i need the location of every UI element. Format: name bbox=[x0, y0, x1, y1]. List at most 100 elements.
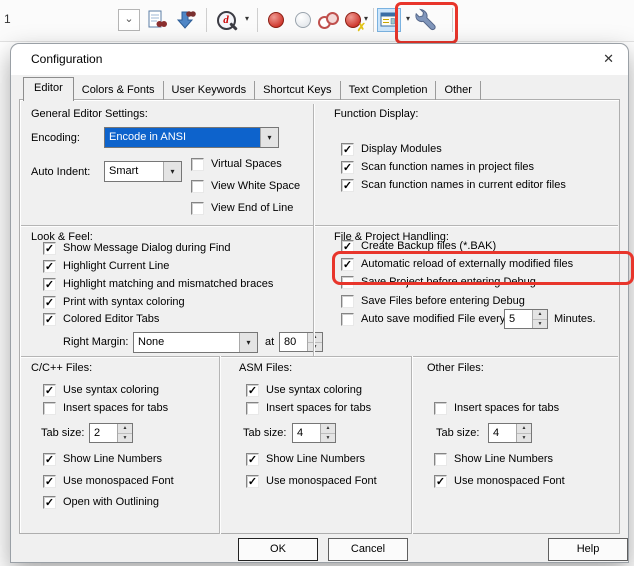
checkbox-view-end-of-line[interactable] bbox=[191, 202, 204, 215]
ok-button[interactable]: OK bbox=[238, 538, 318, 561]
right-margin-label: Right Margin: bbox=[63, 336, 128, 349]
tab-text-completion[interactable]: Text Completion bbox=[341, 81, 437, 100]
section-title-general: General Editor Settings: bbox=[31, 108, 148, 121]
label-c-syntax-coloring: Use syntax coloring bbox=[63, 384, 159, 397]
checkbox-save-files-debug[interactable] bbox=[341, 295, 354, 308]
spin-down-icon[interactable]: ▼ bbox=[533, 320, 547, 329]
checkbox-scan-project-files[interactable]: ✓ bbox=[341, 161, 354, 174]
other-tab-size-spinner[interactable]: 4 ▲ ▼ bbox=[488, 423, 532, 443]
section-title-function-display: Function Display: bbox=[334, 108, 418, 121]
spin-down-icon[interactable]: ▼ bbox=[517, 434, 531, 443]
checkbox-virtual-spaces[interactable] bbox=[191, 158, 204, 171]
tab-other[interactable]: Other bbox=[436, 81, 481, 100]
tab-shortcut-keys[interactable]: Shortcut Keys bbox=[255, 81, 340, 100]
spin-up-icon[interactable]: ▲ bbox=[517, 424, 531, 434]
asm-tab-size-spinner[interactable]: 4 ▲ ▼ bbox=[292, 423, 336, 443]
auto-save-minutes-spinner[interactable]: 5 ▲ ▼ bbox=[504, 309, 548, 329]
enable-disable-breakpoint-icon[interactable] bbox=[291, 8, 315, 32]
toolbar-dropdown-chevron-button[interactable]: ⌄ bbox=[118, 9, 140, 31]
label-other-line-numbers: Show Line Numbers bbox=[454, 453, 553, 466]
start-stop-debug-icon[interactable]: d bbox=[214, 8, 238, 32]
encoding-dropdown-button[interactable]: ▾ bbox=[260, 128, 278, 147]
spin-down-icon[interactable]: ▼ bbox=[321, 434, 335, 443]
label-c-insert-spaces: Insert spaces for tabs bbox=[63, 402, 168, 415]
checkbox-print-syntax-coloring[interactable]: ✓ bbox=[43, 296, 56, 309]
asm-tab-size-label: Tab size: bbox=[243, 427, 286, 440]
checkbox-other-monospaced-font[interactable]: ✓ bbox=[434, 475, 447, 488]
label-asm-insert-spaces: Insert spaces for tabs bbox=[266, 402, 371, 415]
breakpoint-outline-circle bbox=[326, 12, 339, 25]
c-tab-size-spinner[interactable]: 2 ▲ ▼ bbox=[89, 423, 133, 443]
checkbox-asm-monospaced-font[interactable]: ✓ bbox=[246, 475, 259, 488]
checkbox-auto-save[interactable] bbox=[341, 313, 354, 326]
spin-up-icon[interactable]: ▲ bbox=[533, 310, 547, 320]
label-scan-editor-files: Scan function names in current editor fi… bbox=[361, 179, 566, 192]
label-highlight-braces: Highlight matching and mismatched braces bbox=[63, 278, 273, 291]
help-button[interactable]: Help bbox=[548, 538, 628, 561]
encoding-select[interactable]: Encode in ANSI ▾ bbox=[104, 127, 279, 148]
right-margin-column-value: 80 bbox=[280, 333, 307, 351]
checkbox-view-white-space[interactable] bbox=[191, 180, 204, 193]
label-save-files-debug: Save Files before entering Debug bbox=[361, 295, 525, 308]
auto-indent-select[interactable]: Smart ▾ bbox=[104, 161, 182, 182]
auto-save-minutes-value: 5 bbox=[505, 310, 532, 328]
find-in-files-icon[interactable] bbox=[145, 8, 169, 32]
checkbox-display-modules[interactable]: ✓ bbox=[341, 143, 354, 156]
checkbox-other-line-numbers[interactable] bbox=[434, 453, 447, 466]
checkbox-other-insert-spaces[interactable] bbox=[434, 402, 447, 415]
toolbar-separator bbox=[206, 8, 207, 32]
insert-remove-breakpoint-icon[interactable] bbox=[264, 8, 288, 32]
section-title-asm-files: ASM Files: bbox=[239, 362, 292, 375]
right-margin-column-spinner[interactable]: 80 ▲ ▼ bbox=[279, 332, 323, 352]
label-virtual-spaces: Virtual Spaces bbox=[211, 158, 282, 171]
disable-all-breakpoints-icon[interactable] bbox=[316, 8, 340, 32]
spin-down-icon[interactable]: ▼ bbox=[308, 343, 322, 352]
checkbox-asm-line-numbers[interactable]: ✓ bbox=[246, 453, 259, 466]
tab-editor[interactable]: Editor bbox=[23, 77, 74, 101]
checkbox-asm-syntax-coloring[interactable]: ✓ bbox=[246, 384, 259, 397]
checkbox-scan-editor-files[interactable]: ✓ bbox=[341, 179, 354, 192]
checkbox-colored-editor-tabs[interactable]: ✓ bbox=[43, 313, 56, 326]
checkbox-c-syntax-coloring[interactable]: ✓ bbox=[43, 384, 56, 397]
checkbox-c-line-numbers[interactable]: ✓ bbox=[43, 453, 56, 466]
right-margin-select[interactable]: None ▾ bbox=[133, 332, 258, 353]
label-display-modules: Display Modules bbox=[361, 143, 442, 156]
label-print-syntax-coloring: Print with syntax coloring bbox=[63, 296, 185, 309]
checkbox-c-outlining[interactable]: ✓ bbox=[43, 496, 56, 509]
checkbox-c-monospaced-font[interactable]: ✓ bbox=[43, 475, 56, 488]
c-tab-size-label: Tab size: bbox=[41, 427, 84, 440]
red-breakpoint-dot bbox=[268, 12, 284, 28]
right-margin-dropdown-button[interactable]: ▾ bbox=[239, 333, 257, 352]
clipped-text-fragment: 1 bbox=[4, 12, 11, 26]
auto-indent-value: Smart bbox=[105, 162, 163, 181]
breakpoints-dropdown-caret-icon[interactable]: ▾ bbox=[361, 14, 371, 23]
chevron-down-icon: ▾ bbox=[170, 168, 174, 176]
spin-down-icon[interactable]: ▼ bbox=[118, 434, 132, 443]
tab-user-keywords[interactable]: User Keywords bbox=[164, 81, 256, 100]
incremental-find-icon[interactable] bbox=[173, 8, 197, 32]
auto-indent-dropdown-button[interactable]: ▾ bbox=[163, 162, 181, 181]
cancel-button[interactable]: Cancel bbox=[328, 538, 408, 561]
tab-colors-fonts[interactable]: Colors & Fonts bbox=[74, 81, 164, 100]
spin-up-icon[interactable]: ▲ bbox=[118, 424, 132, 434]
dialog-titlebar[interactable]: Configuration ✕ bbox=[11, 44, 628, 75]
configuration-dialog: Configuration ✕ Editor Colors & Fonts Us… bbox=[10, 43, 629, 563]
minutes-label: Minutes. bbox=[554, 313, 596, 326]
close-icon[interactable]: ✕ bbox=[603, 51, 614, 67]
c-tab-size-value: 2 bbox=[90, 424, 117, 442]
label-view-white-space: View White Space bbox=[211, 180, 300, 193]
checkbox-highlight-current-line[interactable]: ✓ bbox=[43, 260, 56, 273]
label-scan-project-files: Scan function names in project files bbox=[361, 161, 534, 174]
section-title-c-files: C/C++ Files: bbox=[31, 362, 92, 375]
toolbar-separator bbox=[257, 8, 258, 32]
checkbox-asm-insert-spaces[interactable] bbox=[246, 402, 259, 415]
checkbox-show-message-dialog[interactable]: ✓ bbox=[43, 242, 56, 255]
label-view-end-of-line: View End of Line bbox=[211, 202, 293, 215]
checkbox-highlight-braces[interactable]: ✓ bbox=[43, 278, 56, 291]
debug-dropdown-caret-icon[interactable]: ▾ bbox=[242, 14, 252, 23]
checkbox-c-insert-spaces[interactable] bbox=[43, 402, 56, 415]
spin-up-icon[interactable]: ▲ bbox=[308, 333, 322, 343]
spin-up-icon[interactable]: ▲ bbox=[321, 424, 335, 434]
label-asm-monospaced-font: Use monospaced Font bbox=[266, 475, 377, 488]
encoding-value: Encode in ANSI bbox=[105, 128, 260, 147]
